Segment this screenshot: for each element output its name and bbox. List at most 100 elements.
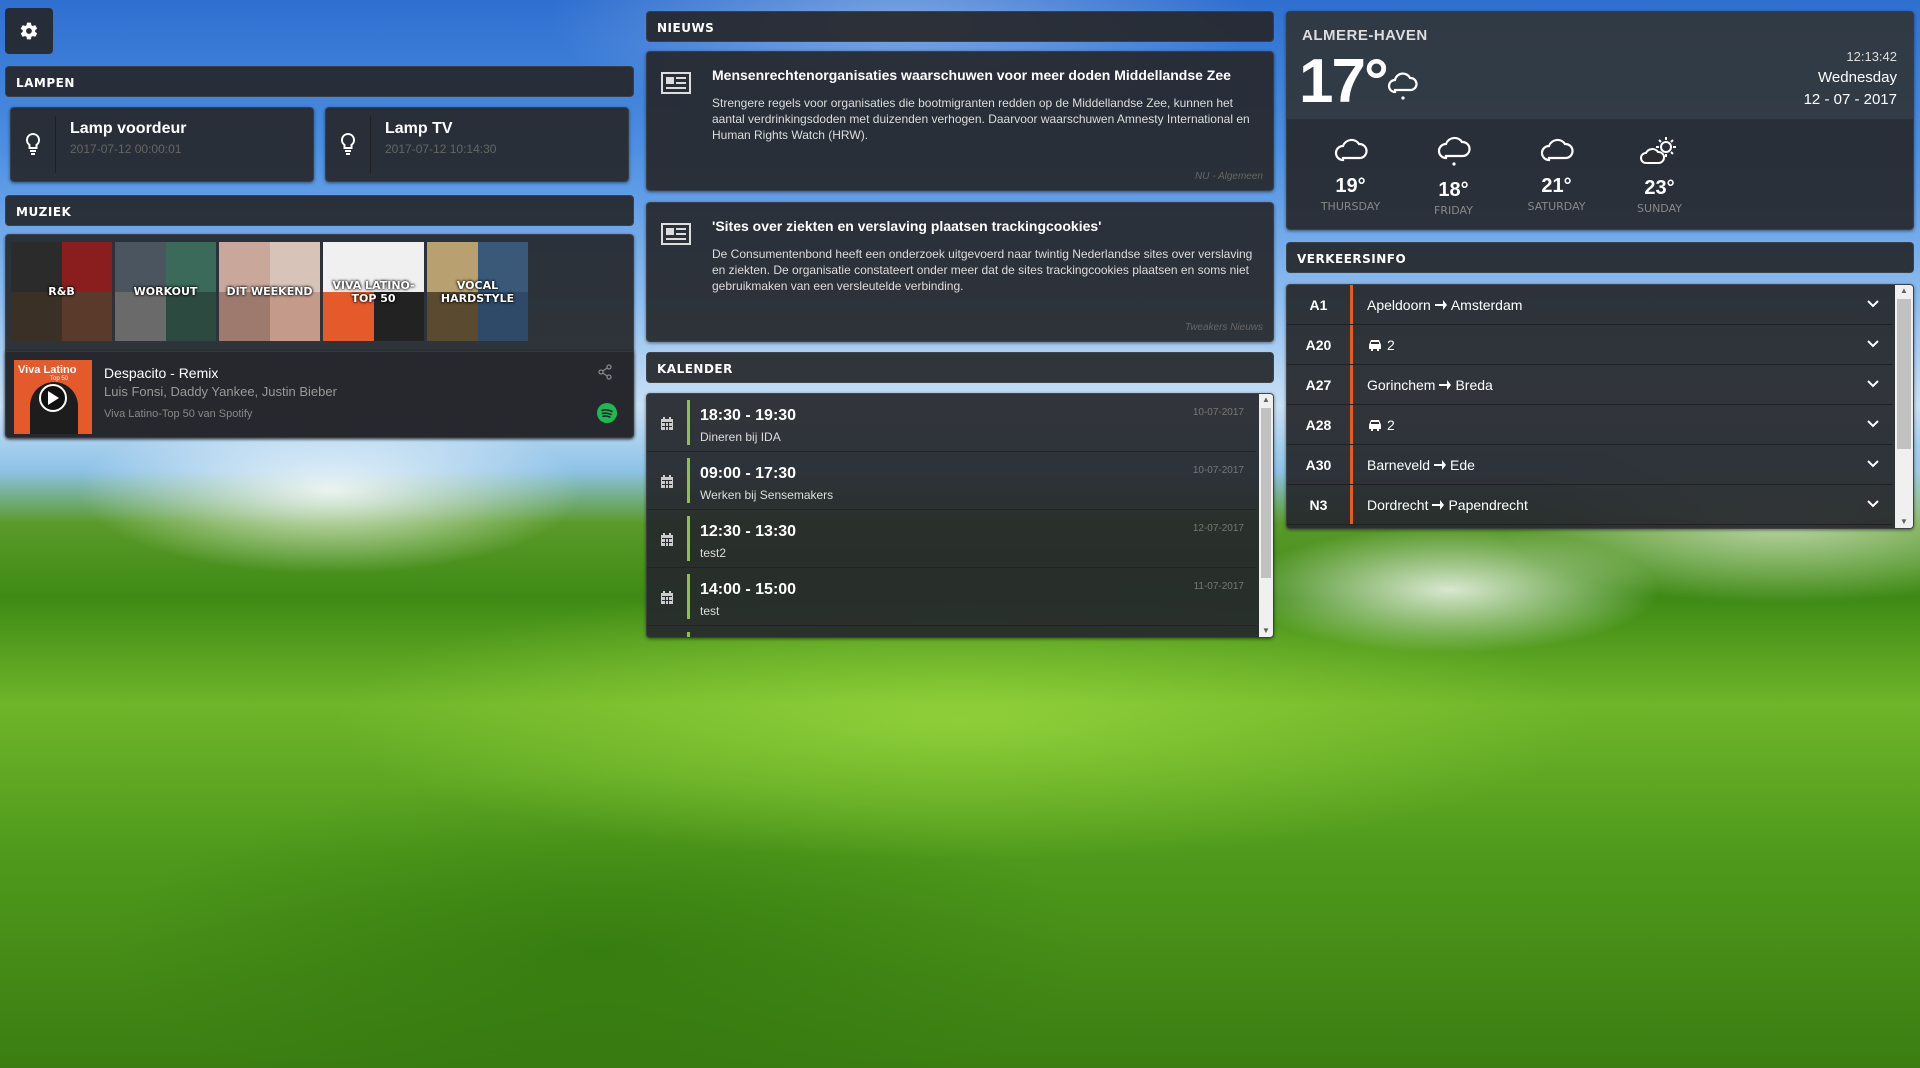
playlist-dit-weekend[interactable]: DIT WEEKEND [219,242,320,341]
calendar-event[interactable] [647,626,1256,637]
car-icon [1369,420,1381,431]
car-icon [1369,340,1381,351]
play-button[interactable] [39,384,67,412]
weather-panel: ALMERE-HAVEN 17° 12:13:42 Wednesday 12 -… [1286,11,1914,230]
arrow-right-icon [1432,500,1445,510]
share-icon[interactable] [597,364,613,380]
lamp-divider [370,116,371,173]
calendar-icon [661,591,673,604]
route-from: Apeldoorn [1367,297,1431,313]
track-source: Viva Latino-Top 50 van Spotify [104,408,253,420]
calendar-event[interactable]: 14:00 - 15:00 test 11-07-2017 [647,568,1256,626]
traffic-item[interactable]: N3 Dordrecht Papendrecht [1287,485,1892,525]
lampen-header: LAMPEN [5,66,634,97]
calendar-accent-bar [687,400,690,445]
scroll-up-arrow[interactable]: ▲ [1259,394,1273,406]
track-title: Despacito - Remix [104,365,219,381]
calendar-accent-bar [687,516,690,561]
event-date: 12-07-2017 [1192,523,1244,534]
partly-sunny-icon [1639,137,1676,164]
calendar-event[interactable]: 12:30 - 13:30 test2 12-07-2017 [647,510,1256,568]
forecast-day: 19° THURSDAY [1299,136,1402,213]
muziek-header: MUZIEK [5,195,634,226]
calendar-accent-bar [687,632,690,637]
muziek-header-label: MUZIEK [16,205,72,219]
forecast-dayname: THURSDAY [1320,200,1381,213]
route-to: Breda [1455,377,1493,393]
traffic-severity-bar [1350,405,1353,444]
scroll-down-arrow[interactable]: ▼ [1895,516,1913,528]
playlist-label: VOCAL HARDSTYLE [440,278,515,305]
traffic-item[interactable]: A30 Barneveld Ede [1287,445,1892,485]
lamp-item-voordeur[interactable]: Lamp voordeur 2017-07-12 00:00:01 [10,107,314,182]
forecast-temp: 23° [1644,177,1675,199]
traffic-severity-bar [1350,285,1353,324]
chevron-down-icon[interactable] [1866,457,1880,471]
lamp-name: Lamp TV [385,120,453,137]
road-name: A30 [1305,456,1332,473]
traffic-item[interactable]: A20 2 [1287,325,1892,365]
playlist-workout[interactable]: WORKOUT [115,242,216,341]
playlist-viva-latino[interactable]: VIVA LATINO-TOP 50 [323,242,424,341]
calendar-accent-bar [687,574,690,619]
forecast-temp: 18° [1438,179,1469,201]
chevron-down-icon[interactable] [1866,337,1880,351]
chevron-down-icon[interactable] [1866,297,1880,311]
event-title: test [700,604,720,618]
traffic-route: Dordrecht Papendrecht [1367,497,1528,513]
news-title: 'Sites over ziekten en verslaving plaats… [712,218,1102,234]
event-title: Dineren bij IDA [700,430,781,444]
traffic-route: Apeldoorn Amsterdam [1367,297,1522,313]
route-from: Gorinchem [1367,377,1436,393]
scroll-thumb[interactable] [1261,408,1271,578]
now-playing[interactable]: Viva Latino Top 50 Despacito - Remix Lui… [5,351,634,438]
route-to: Ede [1450,457,1475,473]
settings-button[interactable] [5,8,53,54]
road-name: A27 [1305,376,1332,393]
traffic-item[interactable]: A28 2 [1287,405,1892,445]
playlist-vocal-hardstyle[interactable]: VOCAL HARDSTYLE [427,242,528,341]
nieuws-header: NIEUWS [646,11,1274,42]
route-from: Barneveld [1367,457,1431,473]
cover-title: Viva Latino [18,364,77,376]
lamp-item-tv[interactable]: Lamp TV 2017-07-12 10:14:30 [325,107,629,182]
traffic-route: 2 [1367,337,1395,353]
arrow-right-icon [1439,380,1452,390]
kalender-list: 18:30 - 19:30 Dineren bij IDA 10-07-2017… [646,393,1274,638]
scroll-up-arrow[interactable]: ▲ [1895,285,1913,297]
traffic-scrollbar[interactable]: ▲ ▼ [1895,285,1913,528]
kalender-header-label: KALENDER [657,362,733,376]
news-body: De Consumentenbond heeft een onderzoek u… [712,247,1253,293]
playlist-label: DIT WEEKEND [226,285,313,298]
arrow-right-icon [1434,300,1447,310]
chevron-down-icon[interactable] [1866,417,1880,431]
now-playing-cover: Viva Latino Top 50 [14,360,92,434]
chevron-down-icon[interactable] [1866,497,1880,511]
scroll-thumb[interactable] [1897,299,1911,449]
news-item[interactable]: 'Sites over ziekten en verslaving plaats… [646,202,1274,342]
forecast-day: 21° SATURDAY [1505,136,1608,213]
arrow-right-icon [1434,460,1447,470]
traffic-item[interactable]: A27 Gorinchem Breda [1287,365,1892,405]
newspaper-icon [661,223,691,245]
route-to: Amsterdam [1450,297,1523,313]
lightbulb-icon [25,132,41,155]
traffic-severity-bar [1350,365,1353,404]
scroll-down-arrow[interactable]: ▼ [1259,625,1273,637]
chevron-down-icon[interactable] [1866,377,1880,391]
forecast-day: 18° FRIDAY [1402,136,1505,217]
event-time: 09:00 - 17:30 [700,465,797,482]
calendar-icon [661,533,673,546]
traffic-item[interactable]: A1 Apeldoorn Amsterdam [1287,285,1892,325]
news-item[interactable]: Mensenrechtenorganisaties waarschuwen vo… [646,51,1274,191]
weather-day: Wednesday [1818,69,1897,86]
calendar-event[interactable]: 18:30 - 19:30 Dineren bij IDA 10-07-2017 [647,394,1256,452]
calendar-event[interactable]: 09:00 - 17:30 Werken bij Sensemakers 10-… [647,452,1256,510]
playlist-rnb[interactable]: R&B [11,242,112,341]
calendar-scrollbar[interactable]: ▲ ▼ [1259,394,1273,637]
event-title: test2 [700,546,727,560]
road-name: A1 [1309,296,1328,313]
cloud-icon [1540,138,1574,162]
event-time: 18:30 - 19:30 [700,407,797,424]
lamp-timestamp: 2017-07-12 00:00:01 [70,142,182,156]
